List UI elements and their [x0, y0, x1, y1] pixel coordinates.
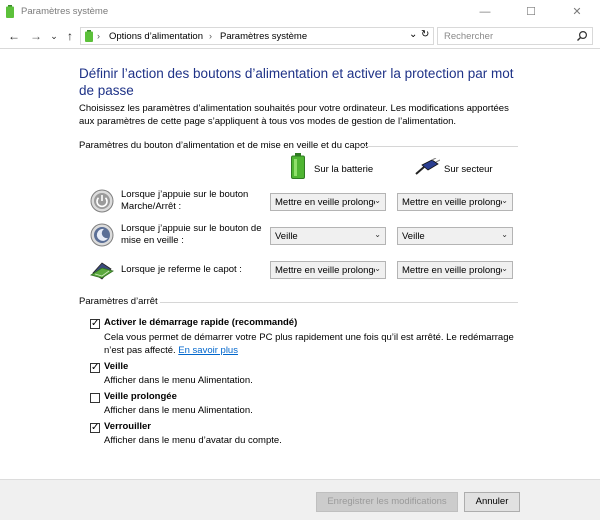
chevron-down-icon: ⌄: [374, 264, 381, 273]
breadcrumb-power-options[interactable]: Options d’alimentation: [109, 31, 203, 42]
lid-plugged-select[interactable]: Mettre en veille prolongée ⌄: [397, 261, 513, 279]
search-input[interactable]: Rechercher: [444, 31, 493, 42]
address-dropdown-chevron-icon[interactable]: ⌄: [409, 29, 417, 40]
content-area: Définir l’action des boutons d’alimentat…: [0, 49, 600, 479]
group-divider: [160, 302, 518, 303]
maximize-button[interactable]: ☐: [508, 0, 554, 24]
search-icon[interactable]: [576, 30, 588, 42]
battery-app-icon: [6, 5, 14, 18]
column-plugged-in: Sur secteur: [444, 164, 493, 175]
breadcrumb-separator: ›: [97, 31, 100, 41]
shutdown-group-label: Paramètres d’arrêt: [79, 296, 158, 307]
address-bar-row: ← → ⌄ ↑ › Options d’alimentation › Param…: [0, 24, 600, 49]
up-arrow-icon[interactable]: ↑: [62, 27, 78, 45]
save-changes-button[interactable]: Enregistrer les modifications: [316, 492, 458, 512]
minimize-button[interactable]: —: [462, 0, 508, 24]
sleep-button-icon: [90, 223, 114, 247]
footer-bar: Enregistrer les modifications Annuler: [0, 479, 600, 520]
power-button-icon: [90, 189, 114, 213]
row-label-power-button: Lorsque j’appuie sur le bouton Marche/Ar…: [121, 189, 249, 212]
hibernate-description: Afficher dans le menu Alimentation.: [104, 405, 253, 416]
sleep-description: Afficher dans le menu Alimentation.: [104, 375, 253, 386]
lid-battery-select[interactable]: Mettre en veille prolongée ⌄: [270, 261, 386, 279]
sleep-label[interactable]: Veille: [104, 361, 128, 372]
sleep-button-battery-select[interactable]: Veille ⌄: [270, 227, 386, 245]
window-title: Paramètres système: [21, 6, 109, 17]
search-box[interactable]: Rechercher: [437, 27, 593, 45]
lock-description: Afficher dans le menu d’avatar du compte…: [104, 435, 282, 446]
breadcrumb-separator: ›: [209, 31, 212, 41]
battery-location-icon: [85, 30, 93, 42]
fast-startup-description: Cela vous permet de démarrer votre PC pl…: [104, 332, 514, 356]
row-label-sleep-button: Lorsque j’appuie sur le bouton de mise e…: [121, 223, 262, 246]
sleep-button-plugged-select[interactable]: Veille ⌄: [397, 227, 513, 245]
fast-startup-label[interactable]: Activer le démarrage rapide (recommandé): [104, 317, 297, 328]
chevron-down-icon: ⌄: [501, 196, 508, 205]
refresh-icon[interactable]: ↻: [421, 29, 429, 40]
sleep-checkbox[interactable]: ✓: [90, 362, 100, 373]
power-plug-icon: [415, 158, 440, 175]
chevron-down-icon: ⌄: [501, 264, 508, 273]
checkmark-icon: ✓: [91, 362, 100, 373]
power-button-battery-select[interactable]: Mettre en veille prolongée ⌄: [270, 193, 386, 211]
title-bar: Paramètres système — ☐ ✕: [0, 0, 600, 24]
hibernate-label[interactable]: Veille prolongée: [104, 391, 177, 402]
lock-label[interactable]: Verrouiller: [104, 421, 151, 432]
power-button-plugged-select[interactable]: Mettre en veille prolongée ⌄: [397, 193, 513, 211]
lock-checkbox[interactable]: ✓: [90, 422, 100, 433]
page-title: Définir l’action des boutons d’alimentat…: [79, 66, 514, 98]
chevron-down-icon: ⌄: [374, 230, 381, 239]
learn-more-link[interactable]: En savoir plus: [178, 345, 238, 356]
page-intro: Choisissez les paramètres d’alimentation…: [79, 103, 509, 127]
column-on-battery: Sur la batterie: [314, 164, 374, 175]
forward-arrow-icon[interactable]: →: [28, 27, 44, 45]
close-button[interactable]: ✕: [554, 0, 600, 24]
power-buttons-group-label: Paramètres du bouton d’alimentation et d…: [79, 140, 368, 151]
cancel-button[interactable]: Annuler: [464, 492, 520, 512]
fast-startup-checkbox[interactable]: ✓: [90, 318, 100, 329]
group-divider: [358, 146, 518, 147]
laptop-lid-icon: [90, 262, 114, 280]
chevron-down-icon: ⌄: [374, 196, 381, 205]
hibernate-checkbox[interactable]: [90, 393, 100, 403]
address-field[interactable]: › Options d’alimentation › Paramètres sy…: [80, 27, 434, 45]
checkmark-icon: ✓: [91, 318, 100, 329]
checkmark-icon: ✓: [91, 422, 100, 433]
breadcrumb-system-settings[interactable]: Paramètres système: [220, 31, 307, 42]
battery-icon: [291, 153, 305, 179]
chevron-down-icon: ⌄: [501, 230, 508, 239]
back-arrow-icon[interactable]: ←: [6, 27, 22, 45]
row-label-lid: Lorsque je referme le capot :: [121, 264, 242, 275]
recent-locations-chevron-icon[interactable]: ⌄: [46, 27, 62, 45]
